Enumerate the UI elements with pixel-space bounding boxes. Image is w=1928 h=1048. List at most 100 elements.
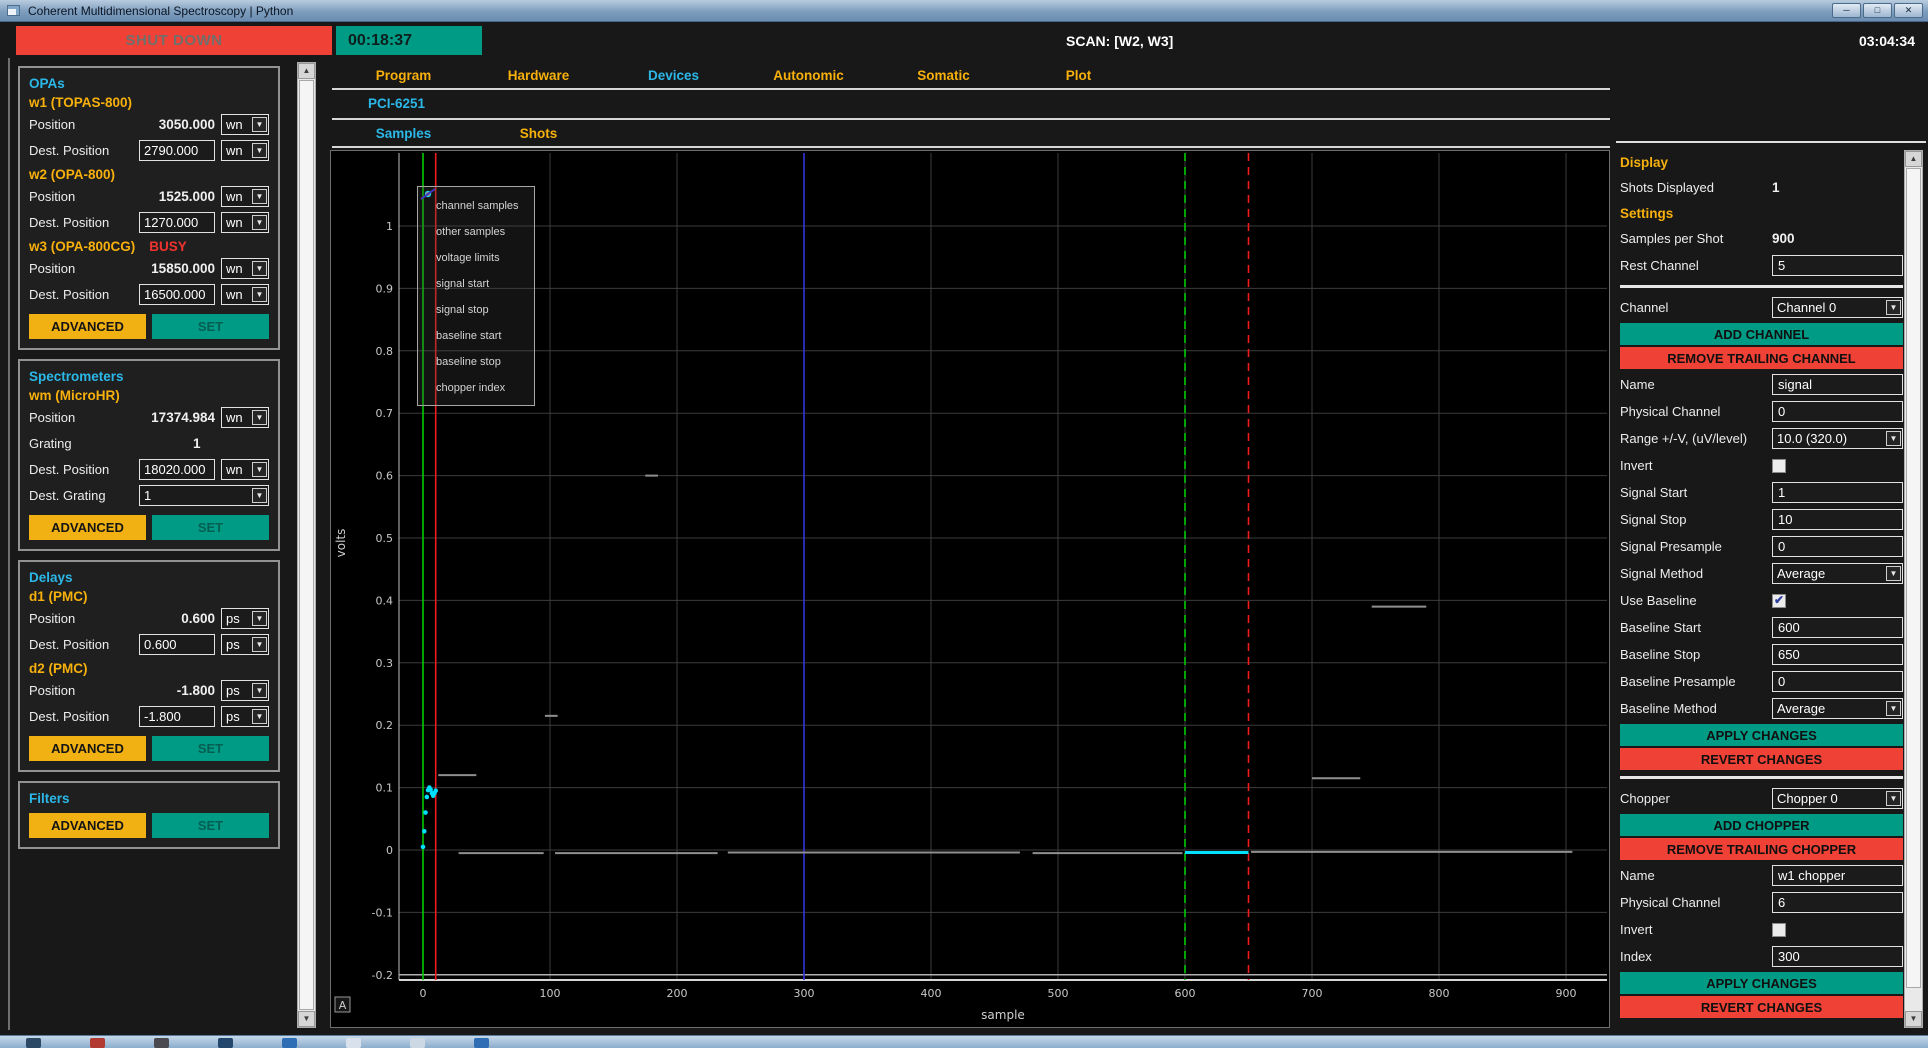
use-baseline-checkbox[interactable] [1772, 594, 1786, 608]
set-button[interactable]: SET [152, 314, 269, 339]
dest-grating-select-value: 1 [144, 488, 151, 503]
taskbar-icon[interactable] [346, 1038, 361, 1048]
add-chopper-button[interactable]: ADD CHOPPER [1620, 814, 1903, 836]
dest-position-input[interactable]: 18020.000 [139, 459, 215, 480]
baseline-start-input[interactable]: 600 [1772, 617, 1903, 638]
baseline-stop-input[interactable]: 650 [1772, 644, 1903, 665]
tab-autonomic[interactable]: Autonomic [741, 68, 876, 83]
advanced-button[interactable]: ADVANCED [29, 813, 146, 838]
subtab-shots[interactable]: Shots [471, 126, 606, 141]
settings-scrollbar-thumb[interactable] [1906, 168, 1921, 988]
minimize-button[interactable]: ─ [1832, 3, 1861, 18]
y-tick-label: 0.6 [376, 470, 394, 483]
taskbar-icon[interactable] [282, 1038, 297, 1048]
channel-select[interactable]: Channel 0▼ [1772, 297, 1903, 318]
units-select[interactable]: ps▼ [221, 680, 269, 701]
set-button[interactable]: SET [152, 736, 269, 761]
rest-channel-input[interactable]: 5 [1772, 255, 1903, 276]
tab-program[interactable]: Program [336, 68, 471, 83]
dest-position-input[interactable]: 1270.000 [139, 212, 215, 233]
name-input[interactable]: signal [1772, 374, 1903, 395]
physical-channel-input[interactable]: 0 [1772, 401, 1903, 422]
window-titlebar[interactable]: Coherent Multidimensional Spectroscopy |… [0, 0, 1928, 22]
invert-checkbox[interactable] [1772, 923, 1786, 937]
units-select[interactable]: ps▼ [221, 706, 269, 727]
taskbar-icon[interactable] [474, 1038, 489, 1048]
apply-changes-button[interactable]: APPLY CHANGES [1620, 972, 1903, 994]
signal-start-input[interactable]: 1 [1772, 482, 1903, 503]
invert-checkbox[interactable] [1772, 459, 1786, 473]
range-v-uv-level-select[interactable]: 10.0 (320.0)▼ [1772, 428, 1903, 449]
plot-legend[interactable]: channel samplesother samplesvoltage limi… [417, 186, 535, 406]
revert-changes-button[interactable]: REVERT CHANGES [1620, 996, 1903, 1018]
units-select[interactable]: wn▼ [221, 407, 269, 428]
tab-somatic[interactable]: Somatic [876, 68, 1011, 83]
taskbar[interactable] [0, 1035, 1928, 1048]
close-button[interactable]: ✕ [1894, 3, 1923, 18]
scroll-up-icon[interactable]: ▲ [1905, 151, 1922, 167]
shutdown-button[interactable]: SHUT DOWN [16, 26, 332, 55]
remove-trailing-channel-button[interactable]: REMOVE TRAILING CHANNEL [1620, 347, 1903, 369]
hardware-group: d2 (PMC) [29, 661, 269, 676]
chevron-down-icon: ▼ [1886, 566, 1901, 581]
add-channel-button[interactable]: ADD CHANNEL [1620, 323, 1903, 345]
settings-row-index: Index300 [1620, 943, 1903, 970]
legend-label: other samples [436, 226, 505, 238]
set-button[interactable]: SET [152, 813, 269, 838]
settings-row-signal-method: Signal MethodAverage▼ [1620, 560, 1903, 587]
dest-grating-select[interactable]: 1▼ [139, 485, 269, 506]
units-select[interactable]: wn▼ [221, 186, 269, 207]
name-input[interactable]: w1 chopper [1772, 865, 1903, 886]
signal-stop-input[interactable]: 10 [1772, 509, 1903, 530]
advanced-button[interactable]: ADVANCED [29, 736, 146, 761]
position-value: 3050.000 [139, 117, 215, 132]
advanced-button[interactable]: ADVANCED [29, 515, 146, 540]
scroll-down-icon[interactable]: ▼ [1905, 1011, 1922, 1027]
chevron-down-icon: ▼ [1886, 701, 1901, 716]
revert-changes-button[interactable]: REVERT CHANGES [1620, 748, 1903, 770]
advanced-button[interactable]: ADVANCED [29, 314, 146, 339]
chopper-select[interactable]: Chopper 0▼ [1772, 788, 1903, 809]
taskbar-icon[interactable] [26, 1038, 41, 1048]
dest-position-input[interactable]: 0.600 [139, 634, 215, 655]
tab-hardware[interactable]: Hardware [471, 68, 606, 83]
scroll-down-icon[interactable]: ▼ [298, 1011, 315, 1027]
settings-scrollbar[interactable]: ▲ ▼ [1904, 150, 1923, 1028]
settings-row-rest-channel: Rest Channel5 [1620, 252, 1903, 279]
set-button[interactable]: SET [152, 515, 269, 540]
taskbar-icon[interactable] [154, 1038, 169, 1048]
units-select[interactable]: wn▼ [221, 114, 269, 135]
scroll-up-icon[interactable]: ▲ [298, 63, 315, 79]
main-scrollbar[interactable]: ▲ ▼ [297, 62, 316, 1028]
remove-trailing-chopper-button[interactable]: REMOVE TRAILING CHOPPER [1620, 838, 1903, 860]
settings-row-signal-stop: Signal Stop10 [1620, 506, 1903, 533]
units-select[interactable]: ps▼ [221, 608, 269, 629]
baseline-method-select[interactable]: Average▼ [1772, 698, 1903, 719]
tab-devices[interactable]: Devices [606, 68, 741, 83]
maximize-button[interactable]: □ [1863, 3, 1892, 18]
index-input[interactable]: 300 [1772, 946, 1903, 967]
subtab-samples[interactable]: Samples [336, 126, 471, 141]
taskbar-icon[interactable] [90, 1038, 105, 1048]
units-select[interactable]: wn▼ [221, 258, 269, 279]
legend-item-chopper-index: chopper index [418, 375, 534, 401]
units-select[interactable]: ps▼ [221, 634, 269, 655]
taskbar-icon[interactable] [218, 1038, 233, 1048]
units-select[interactable]: wn▼ [221, 140, 269, 161]
tab-plot[interactable]: Plot [1011, 68, 1146, 83]
dest-position-input[interactable]: 2790.000 [139, 140, 215, 161]
baseline-presample-input[interactable]: 0 [1772, 671, 1903, 692]
units-select[interactable]: wn▼ [221, 459, 269, 480]
signal-method-select[interactable]: Average▼ [1772, 563, 1903, 584]
units-select[interactable]: wn▼ [221, 212, 269, 233]
main-scrollbar-thumb[interactable] [299, 80, 314, 1010]
apply-changes-button[interactable]: APPLY CHANGES [1620, 724, 1903, 746]
samples-plot[interactable]: -0.2-0.100.10.20.30.40.50.60.70.80.91010… [330, 150, 1610, 1028]
dest-position-input[interactable]: 16500.000 [139, 284, 215, 305]
signal-presample-input[interactable]: 0 [1772, 536, 1903, 557]
taskbar-icon[interactable] [410, 1038, 425, 1048]
dest-position-input[interactable]: -1.800 [139, 706, 215, 727]
dest-grating-label: Dest. Grating [29, 488, 133, 503]
units-select[interactable]: wn▼ [221, 284, 269, 305]
physical-channel-input[interactable]: 6 [1772, 892, 1903, 913]
